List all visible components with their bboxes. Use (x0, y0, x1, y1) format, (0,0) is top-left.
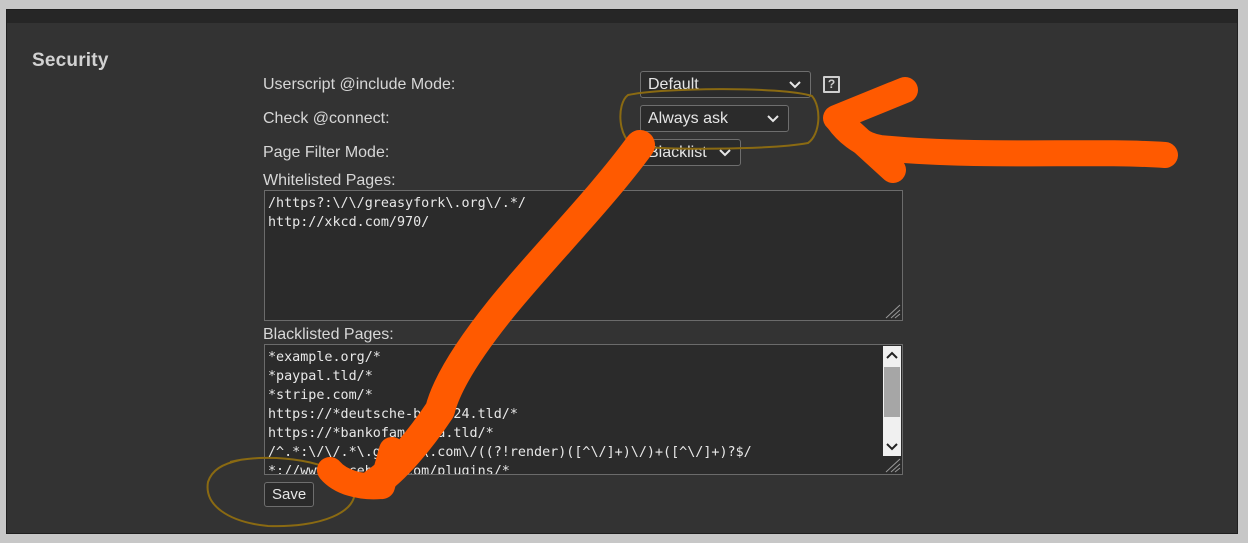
whitelist-textarea[interactable]: /https?:\/\/greasyfork\.org\/.*/ http://… (264, 190, 903, 321)
check-connect-value: Always ask (648, 110, 729, 127)
scroll-thumb[interactable] (884, 367, 900, 417)
blacklist-line: /^.*:\/\/.*\.google\.com\/((?!render)([^… (268, 445, 752, 460)
blacklist-line: https://*bankofamerica.tld/* (268, 426, 494, 441)
resize-grip-icon[interactable] (883, 303, 901, 319)
help-icon[interactable]: ? (823, 76, 840, 93)
scroll-down-button[interactable] (883, 437, 901, 456)
blacklist-line: *stripe.com/* (268, 388, 373, 403)
scroll-up-button[interactable] (883, 346, 901, 365)
include-mode-select[interactable]: Default (640, 71, 811, 98)
chevron-down-icon (789, 81, 801, 89)
section-title: Security (32, 50, 109, 71)
vertical-scrollbar[interactable] (883, 346, 901, 456)
panel-top-bar (7, 10, 1237, 23)
include-mode-value: Default (648, 76, 699, 93)
blacklist-label: Blacklisted Pages: (263, 326, 394, 343)
check-connect-label: Check @connect: (263, 110, 390, 127)
filter-mode-value: Blacklist (648, 144, 707, 161)
whitelist-line: http://xkcd.com/970/ (268, 215, 430, 230)
save-button[interactable]: Save (264, 482, 315, 507)
chevron-down-icon (767, 115, 779, 123)
resize-grip-icon[interactable] (883, 457, 901, 473)
blacklist-line: *paypal.tld/* (268, 369, 373, 384)
chevron-down-icon (719, 149, 731, 157)
chevron-up-icon (886, 351, 898, 359)
whitelist-line: /https?:\/\/greasyfork\.org\/.*/ (268, 196, 526, 211)
include-mode-label: Userscript @include Mode: (263, 76, 456, 93)
whitelist-label: Whitelisted Pages: (263, 172, 396, 189)
settings-panel: Security Userscript @include Mode: Defau… (6, 9, 1238, 534)
blacklist-line: *example.org/* (268, 350, 381, 365)
blacklist-line: *://www.facebook.com/plugins/* (268, 464, 510, 475)
check-connect-select[interactable]: Always ask (640, 105, 789, 132)
blacklist-textarea[interactable]: *example.org/* *paypal.tld/* *stripe.com… (264, 344, 903, 475)
filter-mode-select[interactable]: Blacklist (640, 139, 741, 166)
blacklist-line: https://*deutsche-bank-24.tld/* (268, 407, 518, 422)
filter-mode-label: Page Filter Mode: (263, 144, 390, 161)
chevron-down-icon (886, 443, 898, 451)
